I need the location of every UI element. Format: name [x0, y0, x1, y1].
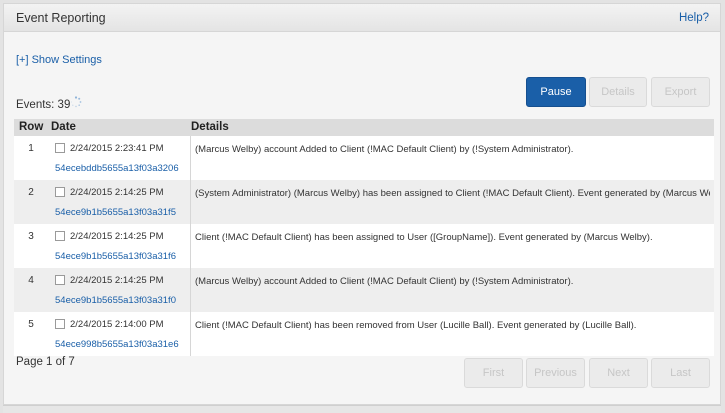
date-cell: 2/24/2015 2:14:25 PM 54ece9b1b5655a13f03…: [48, 224, 191, 268]
event-date: 2/24/2015 2:14:25 PM: [70, 231, 164, 242]
page-title: Event Reporting: [16, 11, 106, 25]
date-cell: 2/24/2015 2:14:25 PM 54ece9b1b5655a13f03…: [48, 180, 191, 224]
next-page-button[interactable]: Next: [589, 358, 648, 388]
date-cell: 2/24/2015 2:14:25 PM 54ece9b1b5655a13f03…: [48, 268, 191, 312]
table-row: 4 2/24/2015 2:14:25 PM 54ece9b1b5655a13f…: [14, 268, 714, 312]
event-date: 2/24/2015 2:14:00 PM: [70, 319, 164, 330]
table-row: 5 2/24/2015 2:14:00 PM 54ece998b5655a13f…: [14, 312, 714, 356]
export-button[interactable]: Export: [651, 77, 710, 107]
event-reporting-panel: Event Reporting Help? [+] Show Settings …: [3, 3, 721, 405]
table-header: Row Date Details: [14, 119, 714, 136]
row-checkbox[interactable]: [55, 319, 65, 329]
table-row: 2 2/24/2015 2:14:25 PM 54ece9b1b5655a13f…: [14, 180, 714, 224]
event-details: Client (!MAC Default Client) has been re…: [195, 320, 637, 331]
table-row: 1 2/24/2015 2:23:41 PM 54ecebddb5655a13f…: [14, 136, 714, 180]
row-number: 3: [28, 231, 34, 242]
previous-page-button[interactable]: Previous: [526, 358, 585, 388]
details-button[interactable]: Details: [589, 77, 647, 107]
event-date: 2/24/2015 2:23:41 PM: [70, 143, 164, 154]
event-id-link[interactable]: 54ece9b1b5655a13f03a31f0: [55, 295, 176, 306]
row-checkbox[interactable]: [55, 231, 65, 241]
row-number: 5: [28, 319, 34, 330]
event-id-link[interactable]: 54ece998b5655a13f03a31e6: [55, 339, 179, 350]
row-checkbox[interactable]: [55, 275, 65, 285]
first-page-button[interactable]: First: [464, 358, 523, 388]
last-page-button[interactable]: Last: [651, 358, 710, 388]
event-id-link[interactable]: 54ece9b1b5655a13f03a31f6: [55, 251, 176, 262]
events-table: Row Date Details 1 2/24/2015 2:23:41 PM …: [14, 119, 714, 356]
row-checkbox[interactable]: [55, 143, 65, 153]
pause-button[interactable]: Pause: [526, 77, 586, 107]
row-checkbox[interactable]: [55, 187, 65, 197]
help-link[interactable]: Help?: [679, 12, 709, 24]
column-header-details: Details: [191, 121, 229, 133]
loading-spinner-icon: [71, 96, 82, 108]
date-cell: 2/24/2015 2:14:00 PM 54ece998b5655a13f03…: [48, 312, 191, 356]
event-details: (Marcus Welby) account Added to Client (…: [195, 144, 574, 155]
event-details: Client (!MAC Default Client) has been as…: [195, 232, 653, 243]
event-details: (System Administrator) (Marcus Welby) ha…: [195, 188, 710, 199]
event-id-link[interactable]: 54ece9b1b5655a13f03a31f5: [55, 207, 176, 218]
panel-header: Event Reporting Help?: [4, 4, 720, 32]
show-settings-link[interactable]: [+] Show Settings: [16, 54, 102, 66]
event-date: 2/24/2015 2:14:25 PM: [70, 187, 164, 198]
date-cell: 2/24/2015 2:23:41 PM 54ecebddb5655a13f03…: [48, 136, 191, 180]
event-id-link[interactable]: 54ecebddb5655a13f03a3206: [55, 163, 179, 174]
column-header-row: Row: [19, 121, 44, 133]
page-info: Page 1 of 7: [16, 356, 75, 368]
event-date: 2/24/2015 2:14:25 PM: [70, 275, 164, 286]
row-number: 4: [28, 275, 34, 286]
panel-footer-bar: [3, 405, 721, 413]
column-header-date: Date: [51, 121, 76, 133]
row-number: 1: [28, 143, 34, 154]
events-count: Events: 39: [16, 99, 71, 111]
event-details: (Marcus Welby) account Added to Client (…: [195, 276, 574, 287]
table-row: 3 2/24/2015 2:14:25 PM 54ece9b1b5655a13f…: [14, 224, 714, 268]
row-number: 2: [28, 187, 34, 198]
